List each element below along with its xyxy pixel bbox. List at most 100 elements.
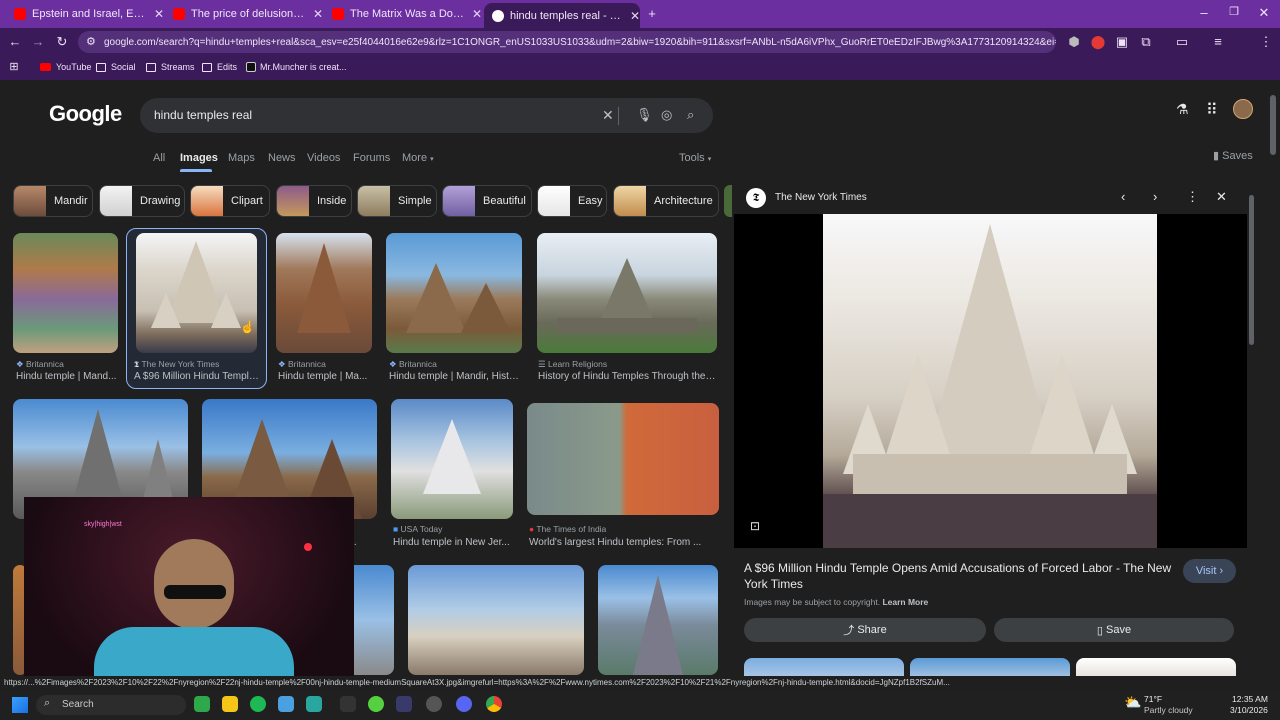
puzzle-extensions-icon[interactable]: ⧉ [1138, 34, 1154, 50]
result-caption[interactable]: A $96 Million Hindu Temple... [134, 371, 262, 382]
chip-easy[interactable]: Easy [537, 185, 607, 217]
back-arrow-icon[interactable]: ← [7, 34, 23, 49]
chip-beautiful[interactable]: Beautiful [442, 185, 532, 217]
chrome-icon[interactable] [486, 696, 502, 712]
result-image-4[interactable] [386, 233, 522, 353]
save-button[interactable]: ▯ Save [994, 618, 1234, 642]
chip-architecture[interactable]: Architecture [613, 185, 719, 217]
lens-search-icon[interactable]: ⊡ [750, 519, 760, 533]
close-icon[interactable]: ✕ [154, 7, 164, 21]
microphone-icon[interactable]: 🎙 [636, 107, 653, 123]
clock-time[interactable]: 12:35 AM [1232, 694, 1268, 704]
labs-flask-icon[interactable]: ⚗ [1176, 101, 1189, 118]
windows-start-icon[interactable] [12, 697, 28, 713]
preview-image[interactable] [823, 214, 1157, 548]
chip-clipart[interactable]: Clipart [190, 185, 270, 217]
result-image-9[interactable] [527, 403, 719, 515]
close-icon[interactable]: ✕ [313, 7, 323, 21]
result-image-12[interactable] [408, 565, 584, 675]
close-panel-icon[interactable]: ✕ [1216, 189, 1227, 205]
app-icon-2[interactable] [278, 696, 294, 712]
close-icon[interactable]: ✕ [630, 9, 640, 23]
search-input[interactable]: hindu temples real [154, 108, 252, 122]
weather-icon[interactable]: ⛅ [1124, 694, 1141, 711]
media-controls-icon[interactable]: ≡ [1210, 34, 1226, 49]
app-icon-1[interactable] [194, 696, 210, 712]
search-icon[interactable]: ⌕ [687, 107, 694, 123]
new-tab-icon[interactable]: + [644, 6, 660, 21]
result-caption[interactable]: Hindu temple | Mand... [16, 371, 120, 382]
share-button[interactable]: ⤴ Share [744, 618, 986, 642]
tab-epstein-israel[interactable]: Epstein and Israel, Explained - Y ✕ [6, 4, 164, 24]
result-caption[interactable]: Hindu temple | Mandir, Histo... [389, 371, 521, 382]
result-caption[interactable]: Hindu temple in New Jer... [393, 537, 513, 548]
address-bar[interactable]: ⚙ google.com/search?q=hindu+temples+real… [78, 31, 1056, 53]
minimize-icon[interactable]: – [1196, 5, 1212, 20]
result-image-13[interactable] [598, 565, 718, 675]
tab-delusional-self-belief[interactable]: The price of delusional self-beli ✕ [165, 4, 323, 24]
reload-icon[interactable]: ↻ [54, 34, 70, 50]
result-image-11[interactable] [354, 565, 394, 675]
obs-icon[interactable] [426, 696, 442, 712]
tab-videos[interactable]: Videos [307, 152, 340, 164]
file-explorer-icon[interactable] [222, 696, 238, 712]
forward-arrow-icon[interactable]: → [30, 34, 46, 49]
bookmark-folder-social[interactable]: Social [96, 62, 136, 72]
spotify-icon[interactable] [250, 696, 266, 712]
shield-extension-icon[interactable]: ⬢ [1066, 34, 1082, 50]
chip-inside[interactable]: Inside [276, 185, 352, 217]
tab-matrix-documentary[interactable]: The Matrix Was a Documentary ✕ [324, 4, 482, 24]
panel-scrollbar[interactable] [1249, 195, 1254, 345]
tab-news[interactable]: News [268, 152, 296, 164]
result-image-8[interactable] [391, 399, 513, 519]
chip-overflow[interactable] [724, 185, 732, 217]
more-options-icon[interactable]: ⋮ [1186, 189, 1199, 205]
chip-mandir[interactable]: Mandir [13, 185, 93, 217]
previous-arrow-icon[interactable]: ‹ [1121, 189, 1125, 204]
browser-menu-icon[interactable]: ⋮ [1258, 34, 1274, 50]
tools-button[interactable]: Tools ▾ [679, 152, 711, 164]
tab-images[interactable]: Images [180, 152, 218, 164]
bookmark-folder-streams[interactable]: Streams [146, 62, 195, 72]
result-image-3[interactable] [276, 233, 372, 353]
result-caption[interactable]: History of Hindu Temples Through the ... [538, 371, 716, 382]
bookmark-youtube[interactable]: YouTube [40, 62, 91, 72]
discord-icon[interactable] [456, 696, 472, 712]
google-apps-icon[interactable]: ⠿ [1206, 100, 1218, 120]
restore-icon[interactable]: ❐ [1226, 5, 1242, 18]
clear-icon[interactable]: ✕ [602, 107, 614, 124]
clock-date[interactable]: 3/10/2026 [1230, 705, 1268, 715]
preview-source[interactable]: The New York Times [775, 192, 867, 203]
site-info-icon[interactable]: ⚙ [86, 35, 96, 48]
search-box[interactable]: hindu temples real ✕ 🎙 ◎ ⌕ [140, 98, 713, 133]
chip-simple[interactable]: Simple [357, 185, 437, 217]
related-image-1[interactable] [744, 658, 904, 676]
tab-all[interactable]: All [153, 152, 165, 164]
tab-hindu-temples-search[interactable]: hindu temples real - Google Se ✕ [484, 3, 640, 28]
apps-grid-icon[interactable]: ⊞ [6, 60, 22, 73]
result-image-2[interactable] [136, 233, 257, 353]
preview-title[interactable]: A $96 Million Hindu Temple Opens Amid Ac… [744, 560, 1184, 592]
learn-more-link[interactable]: Learn More [882, 597, 928, 607]
visit-button[interactable]: Visit › [1183, 559, 1236, 583]
app-icon-4[interactable] [340, 696, 356, 712]
taskbar-search-box[interactable]: ⌕ Search [36, 695, 186, 715]
related-image-2[interactable] [910, 658, 1070, 676]
chip-drawing[interactable]: Drawing [99, 185, 185, 217]
result-caption[interactable]: Hindu temple | Ma... [278, 371, 370, 382]
extension-icon[interactable]: ▣ [1114, 34, 1130, 50]
related-image-3[interactable] [1076, 658, 1236, 676]
bookmark-mr-muncher[interactable]: Mr.Muncher is creat... [246, 62, 347, 72]
google-logo[interactable]: Google [49, 101, 122, 127]
xbox-icon[interactable] [368, 696, 384, 712]
result-image-1[interactable] [13, 233, 118, 353]
app-icon-3[interactable] [306, 696, 322, 712]
bookmark-folder-edits[interactable]: Edits [202, 62, 237, 72]
adblock-extension-icon[interactable]: ⬤ [1090, 34, 1106, 50]
result-image-5[interactable] [537, 233, 717, 353]
lens-camera-icon[interactable]: ◎ [661, 107, 672, 123]
app-icon-5[interactable] [396, 696, 412, 712]
close-icon[interactable]: ✕ [472, 7, 482, 21]
window-close-icon[interactable]: ✕ [1256, 5, 1272, 21]
next-arrow-icon[interactable]: › [1153, 189, 1157, 204]
